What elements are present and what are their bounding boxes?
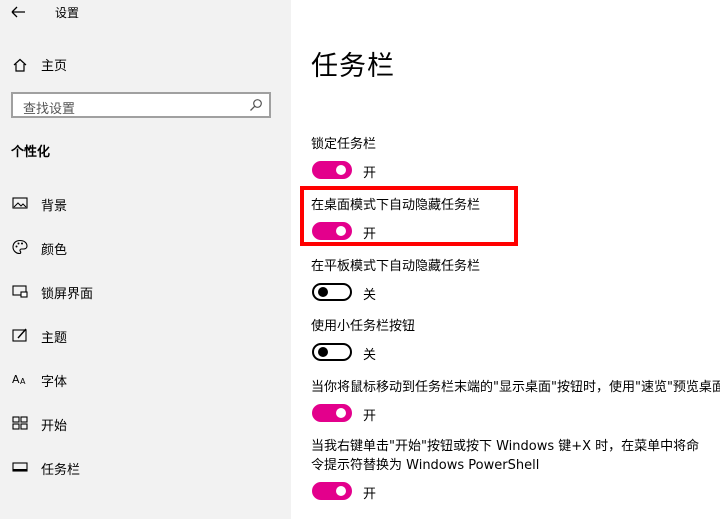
toggle-state-label: 开 xyxy=(363,487,377,502)
start-icon xyxy=(12,416,28,430)
small-buttons-toggle[interactable] xyxy=(312,343,352,361)
sidebar-item-colors[interactable]: 颜色 xyxy=(0,232,291,262)
setting-label: 当我右键单击"开始"按钮或按下 Windows 键+X 时，在菜单中将命令提示符… xyxy=(311,439,700,473)
toggle-state-label: 关 xyxy=(363,348,377,363)
setting-autohide-tablet: 在平板模式下自动隐藏任务栏 关 xyxy=(311,257,720,305)
theme-icon xyxy=(12,328,27,342)
sidebar-item-label: 背景 xyxy=(41,199,68,214)
powershell-toggle[interactable] xyxy=(312,482,352,500)
font-icon: A A xyxy=(12,373,26,386)
sidebar-item-label: 主题 xyxy=(41,331,68,346)
picture-icon xyxy=(12,197,28,209)
sidebar-item-label: 任务栏 xyxy=(41,463,81,478)
toggle-knob xyxy=(336,486,346,496)
sidebar-item-label: 开始 xyxy=(41,419,68,434)
window-title: 设置 xyxy=(55,6,80,20)
toggle-knob xyxy=(318,287,328,297)
sidebar-item-label: 字体 xyxy=(41,375,68,390)
setting-label: 在平板模式下自动隐藏任务栏 xyxy=(311,259,481,274)
peek-toggle[interactable] xyxy=(312,404,352,422)
setting-label: 锁定任务栏 xyxy=(311,137,377,152)
back-arrow-icon xyxy=(11,6,25,18)
main-panel: 任务栏 锁定任务栏 开 在桌面模式下自动隐藏任务栏 开 在平板模式下自动隐藏任务… xyxy=(291,0,720,519)
toggle-knob xyxy=(318,347,328,357)
sidebar: 设置 主页 查找设置 个性化 背景 颜色 锁屏界面 主题 A A 字体 开始 任… xyxy=(0,0,291,519)
sidebar-item-label: 主页 xyxy=(41,59,68,74)
setting-label: 当你将鼠标移动到任务栏末端的"显示桌面"按钮时，使用"速览"预览桌面 xyxy=(311,380,720,395)
search-input[interactable]: 查找设置 xyxy=(11,92,271,118)
sidebar-item-fonts[interactable]: A A 字体 xyxy=(0,364,291,394)
sidebar-item-start[interactable]: 开始 xyxy=(0,408,291,438)
toggle-state-label: 开 xyxy=(363,409,377,424)
sidebar-item-lock-screen[interactable]: 锁屏界面 xyxy=(0,276,291,306)
sidebar-item-label: 颜色 xyxy=(41,243,68,258)
page-title: 任务栏 xyxy=(311,51,395,82)
sidebar-item-label: 锁屏界面 xyxy=(41,287,94,302)
search-icon xyxy=(250,99,262,111)
highlight-box xyxy=(300,186,518,246)
home-icon xyxy=(13,58,27,72)
taskbar-icon xyxy=(12,462,28,472)
svg-text:A: A xyxy=(20,377,26,386)
back-button[interactable] xyxy=(8,2,30,22)
svg-text:A: A xyxy=(12,373,20,386)
setting-powershell: 当我右键单击"开始"按钮或按下 Windows 键+X 时，在菜单中将命令提示符… xyxy=(311,437,720,504)
setting-small-buttons: 使用小任务栏按钮 关 xyxy=(311,317,720,365)
title-bar: 设置 xyxy=(0,0,291,26)
settings-window: 设置 主页 查找设置 个性化 背景 颜色 锁屏界面 主题 A A 字体 开始 任… xyxy=(0,0,720,519)
setting-lock-taskbar: 锁定任务栏 开 xyxy=(311,135,720,183)
toggle-knob xyxy=(336,165,346,175)
palette-icon xyxy=(12,239,28,255)
setting-label: 使用小任务栏按钮 xyxy=(311,319,416,334)
search-placeholder: 查找设置 xyxy=(23,102,76,117)
toggle-knob xyxy=(336,408,346,418)
lock-taskbar-toggle[interactable] xyxy=(312,161,352,179)
toggle-state-label: 开 xyxy=(363,166,377,181)
setting-peek: 当你将鼠标移动到任务栏末端的"显示桌面"按钮时，使用"速览"预览桌面 开 xyxy=(311,378,720,426)
lock-screen-icon xyxy=(12,285,28,298)
sidebar-item-themes[interactable]: 主题 xyxy=(0,320,291,350)
sidebar-item-taskbar[interactable]: 任务栏 xyxy=(0,452,291,482)
sidebar-item-background[interactable]: 背景 xyxy=(0,188,291,218)
section-title: 个性化 xyxy=(11,145,51,160)
toggle-state-label: 关 xyxy=(363,288,377,303)
autohide-tablet-toggle[interactable] xyxy=(312,283,352,301)
sidebar-item-home[interactable]: 主页 xyxy=(0,50,291,78)
